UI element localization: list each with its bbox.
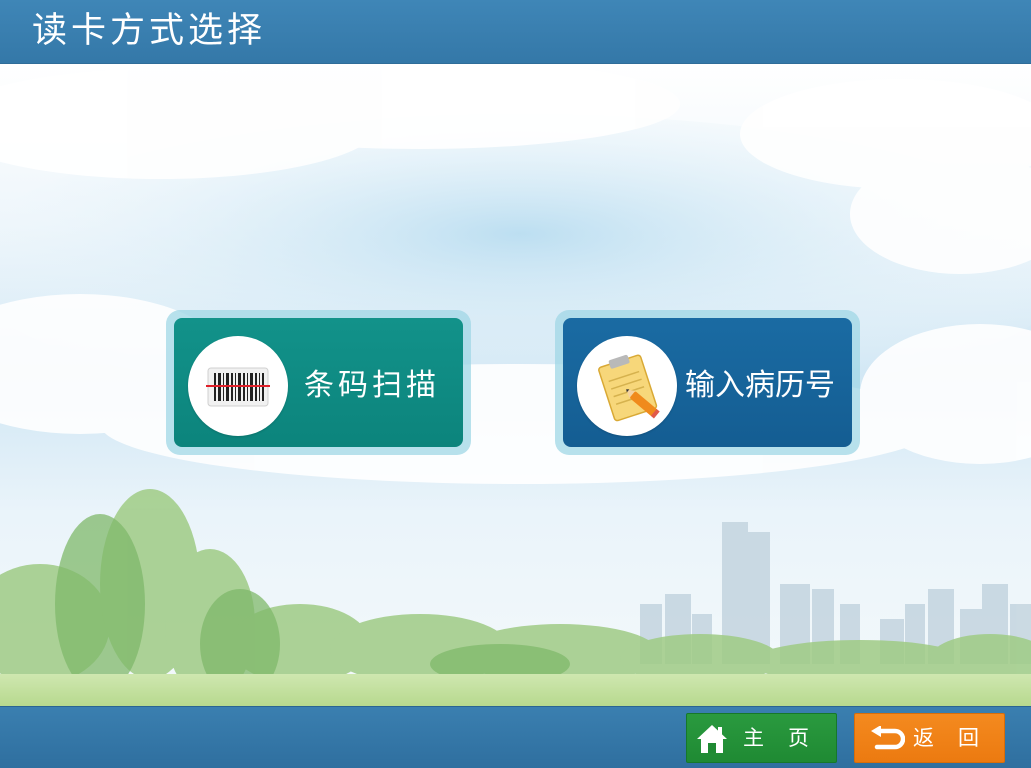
home-label: 主页 xyxy=(743,726,833,750)
enter-record-number-button-face[interactable]: 输入病历号 xyxy=(563,318,852,447)
bottom-bar: 主页 返回 xyxy=(0,706,1031,768)
home-icon xyxy=(697,725,727,753)
barcode-scan-label: 条码扫描 xyxy=(304,368,440,403)
enter-record-number-label: 输入病历号 xyxy=(685,368,835,403)
page-title: 读卡方式选择 xyxy=(32,11,267,51)
barcode-scan-button[interactable]: 条码扫描 xyxy=(166,310,471,455)
barcode-scan-button-face[interactable]: 条码扫描 xyxy=(174,318,463,447)
title-bar: 读卡方式选择 xyxy=(0,0,1031,64)
clipboard-pencil-icon xyxy=(577,336,677,436)
enter-record-number-button[interactable]: 输入病历号 xyxy=(555,310,860,455)
kiosk-screen: 读卡方式选择 条码扫描 输入病历号 主页 返回 xyxy=(0,0,1031,768)
back-label: 返回 xyxy=(913,726,1003,750)
background-scenery xyxy=(0,64,1031,706)
return-arrow-icon xyxy=(871,726,905,750)
landscape-illustration xyxy=(0,64,1031,706)
barcode-scanner-icon xyxy=(188,336,288,436)
back-button[interactable]: 返回 xyxy=(854,713,1005,763)
home-button[interactable]: 主页 xyxy=(686,713,837,763)
